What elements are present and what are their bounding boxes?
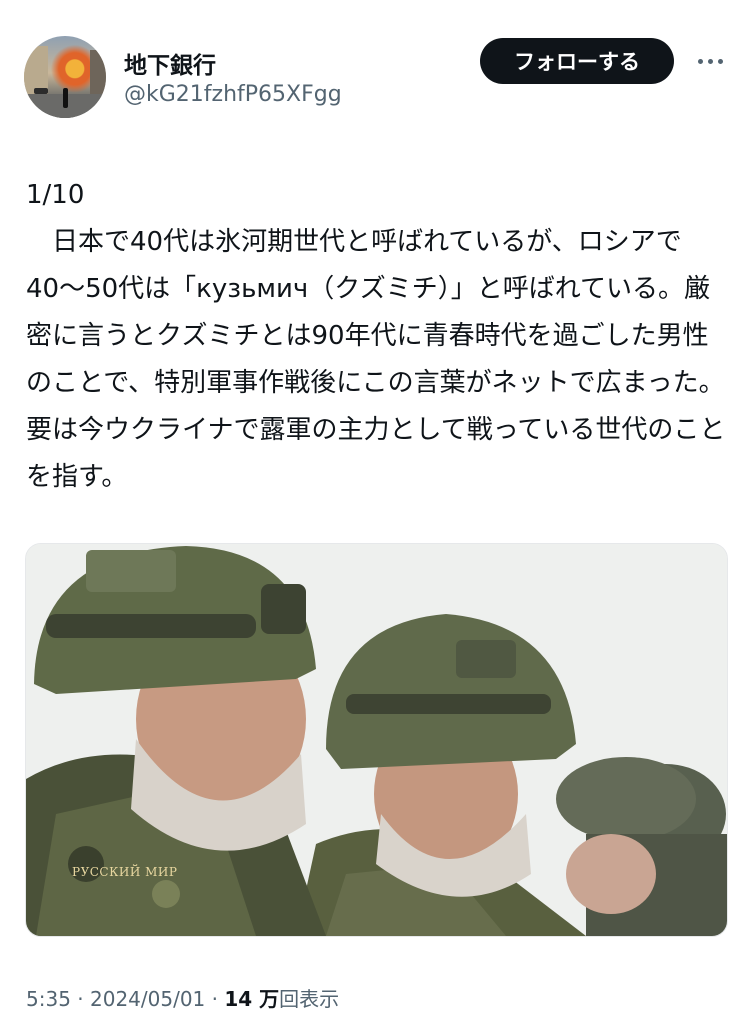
tweet-text: 1/10 日本で40代は氷河期世代と呼ばれているが、ロシアで40〜50代は「ку… xyxy=(26,180,726,492)
views-count: 14 万 xyxy=(224,987,280,1011)
more-horizontal-icon[interactable] xyxy=(694,50,726,72)
tweet-time[interactable]: 5:35 xyxy=(26,987,71,1011)
author-handle[interactable]: @kG21fzhfP65XFgg xyxy=(124,82,342,107)
tweet-date[interactable]: 2024/05/01 xyxy=(90,987,205,1011)
tweet-meta: 5:35 · 2024/05/01 · 14 万 回表示 xyxy=(26,983,339,1012)
image-watermark: РУССКИЙ МИР xyxy=(72,865,178,879)
more-dot xyxy=(717,58,723,64)
avatar-person xyxy=(63,88,68,108)
more-dot xyxy=(707,58,713,64)
meta-separator: · xyxy=(70,987,90,1011)
more-dot xyxy=(697,58,703,64)
author-name[interactable]: 地下銀行 xyxy=(124,46,216,80)
follow-button[interactable]: フォローする xyxy=(480,38,674,84)
avatar-car xyxy=(34,88,48,94)
views-label: 回表示 xyxy=(279,987,340,1011)
tweet-image[interactable]: РУССКИЙ МИР xyxy=(25,543,728,937)
author-avatar[interactable] xyxy=(24,36,106,118)
meta-separator: · xyxy=(205,987,225,1011)
